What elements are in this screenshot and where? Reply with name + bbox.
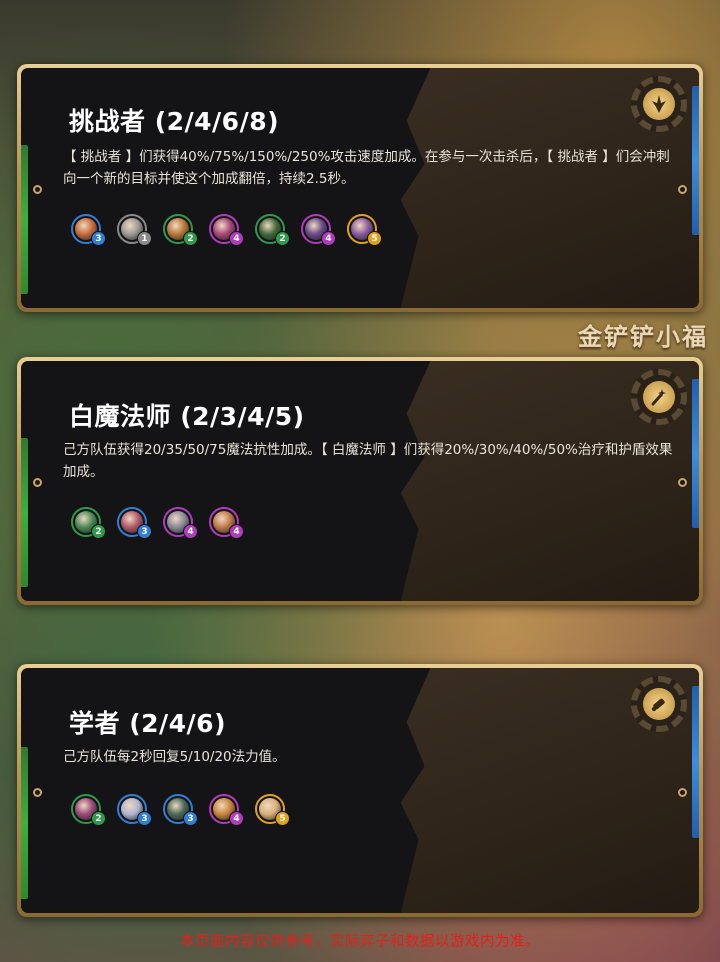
champion-portrait[interactable]: 3 [117, 507, 152, 539]
card-left-accent [21, 145, 28, 294]
card-rivet-right [678, 788, 687, 797]
champion-portrait[interactable]: 1 [117, 214, 152, 246]
champion-portrait[interactable]: 4 [301, 214, 336, 246]
champion-portrait[interactable]: 2 [255, 214, 290, 246]
card-right-accent [692, 686, 699, 838]
cost-badge: 2 [91, 524, 106, 539]
cost-badge: 4 [321, 231, 336, 246]
champion-portrait[interactable]: 2 [71, 794, 106, 826]
cost-badge: 4 [183, 524, 198, 539]
cost-badge: 4 [229, 811, 244, 826]
card-rivet-right [678, 185, 687, 194]
scroll-icon [631, 676, 687, 732]
champion-portrait[interactable]: 5 [255, 794, 290, 826]
champion-list: 3 1 2 4 2 4 5 [71, 214, 382, 246]
trait-title: 白魔法师 (2/3/4/5) [69, 402, 305, 431]
cost-badge: 2 [91, 811, 106, 826]
watermark-text: 金铲铲小福 [578, 323, 708, 351]
card-rivet-left [33, 185, 42, 194]
cost-badge: 2 [275, 231, 290, 246]
champion-list: 2 3 3 4 5 [71, 794, 290, 826]
trait-description: 己方队伍每2秒回复5/10/20法力值。 [63, 749, 286, 765]
champion-portrait[interactable]: 4 [209, 794, 244, 826]
trait-title: 挑战者 (2/4/6/8) [69, 107, 280, 136]
trait-description: 【 挑战者 】们获得40%/75%/150%/250%攻击速度加成。在参与一次击… [63, 149, 670, 187]
champion-list: 2 3 4 4 [71, 507, 244, 539]
magic-wand-icon [631, 369, 687, 425]
champion-portrait[interactable]: 3 [117, 794, 152, 826]
champion-portrait[interactable]: 5 [347, 214, 382, 246]
trait-description: 己方队伍获得20/35/50/75魔法抗性加成。【 白魔法师 】们获得20%/3… [63, 442, 673, 480]
cost-badge: 3 [137, 811, 152, 826]
card-rivet-left [33, 788, 42, 797]
cost-badge: 3 [183, 811, 198, 826]
card-rivet-left [33, 478, 42, 487]
card-right-accent [692, 379, 699, 528]
card-left-accent [21, 438, 28, 587]
cost-badge: 4 [229, 231, 244, 246]
trait-card-body: 挑战者 (2/4/6/8) 【 挑战者 】们获得40%/75%/150%/250… [21, 68, 699, 308]
card-left-accent [21, 747, 28, 899]
cost-badge: 2 [183, 231, 198, 246]
champion-portrait[interactable]: 4 [163, 507, 198, 539]
card-rivet-right [678, 478, 687, 487]
cost-badge: 5 [275, 811, 290, 826]
cost-badge: 3 [91, 231, 106, 246]
trait-title: 学者 (2/4/6) [69, 709, 227, 738]
champion-portrait[interactable]: 4 [209, 214, 244, 246]
cost-badge: 5 [367, 231, 382, 246]
cost-badge: 1 [137, 231, 152, 246]
cost-badge: 3 [137, 524, 152, 539]
cost-badge: 4 [229, 524, 244, 539]
trait-card-body: 白魔法师 (2/3/4/5) 己方队伍获得20/35/50/75魔法抗性加成。【… [21, 361, 699, 601]
card-right-accent [692, 86, 699, 235]
trait-card-body: 学者 (2/4/6) 己方队伍每2秒回复5/10/20法力值。 2 3 3 4 … [21, 668, 699, 913]
champion-portrait[interactable]: 3 [163, 794, 198, 826]
trait-card-white-mage[interactable]: 白魔法师 (2/3/4/5) 己方队伍获得20/35/50/75魔法抗性加成。【… [17, 357, 703, 605]
champion-portrait[interactable]: 2 [71, 507, 106, 539]
trait-card-challenger[interactable]: 挑战者 (2/4/6/8) 【 挑战者 】们获得40%/75%/150%/250… [17, 64, 703, 312]
sword-emblem-icon [631, 76, 687, 132]
footer-disclaimer: 本页面内容仅供参考，实际弈子和数据以游戏内为准。 [180, 934, 540, 950]
champion-portrait[interactable]: 3 [71, 214, 106, 246]
champion-portrait[interactable]: 4 [209, 507, 244, 539]
trait-card-scholar[interactable]: 学者 (2/4/6) 己方队伍每2秒回复5/10/20法力值。 2 3 3 4 … [17, 664, 703, 917]
champion-portrait[interactable]: 2 [163, 214, 198, 246]
